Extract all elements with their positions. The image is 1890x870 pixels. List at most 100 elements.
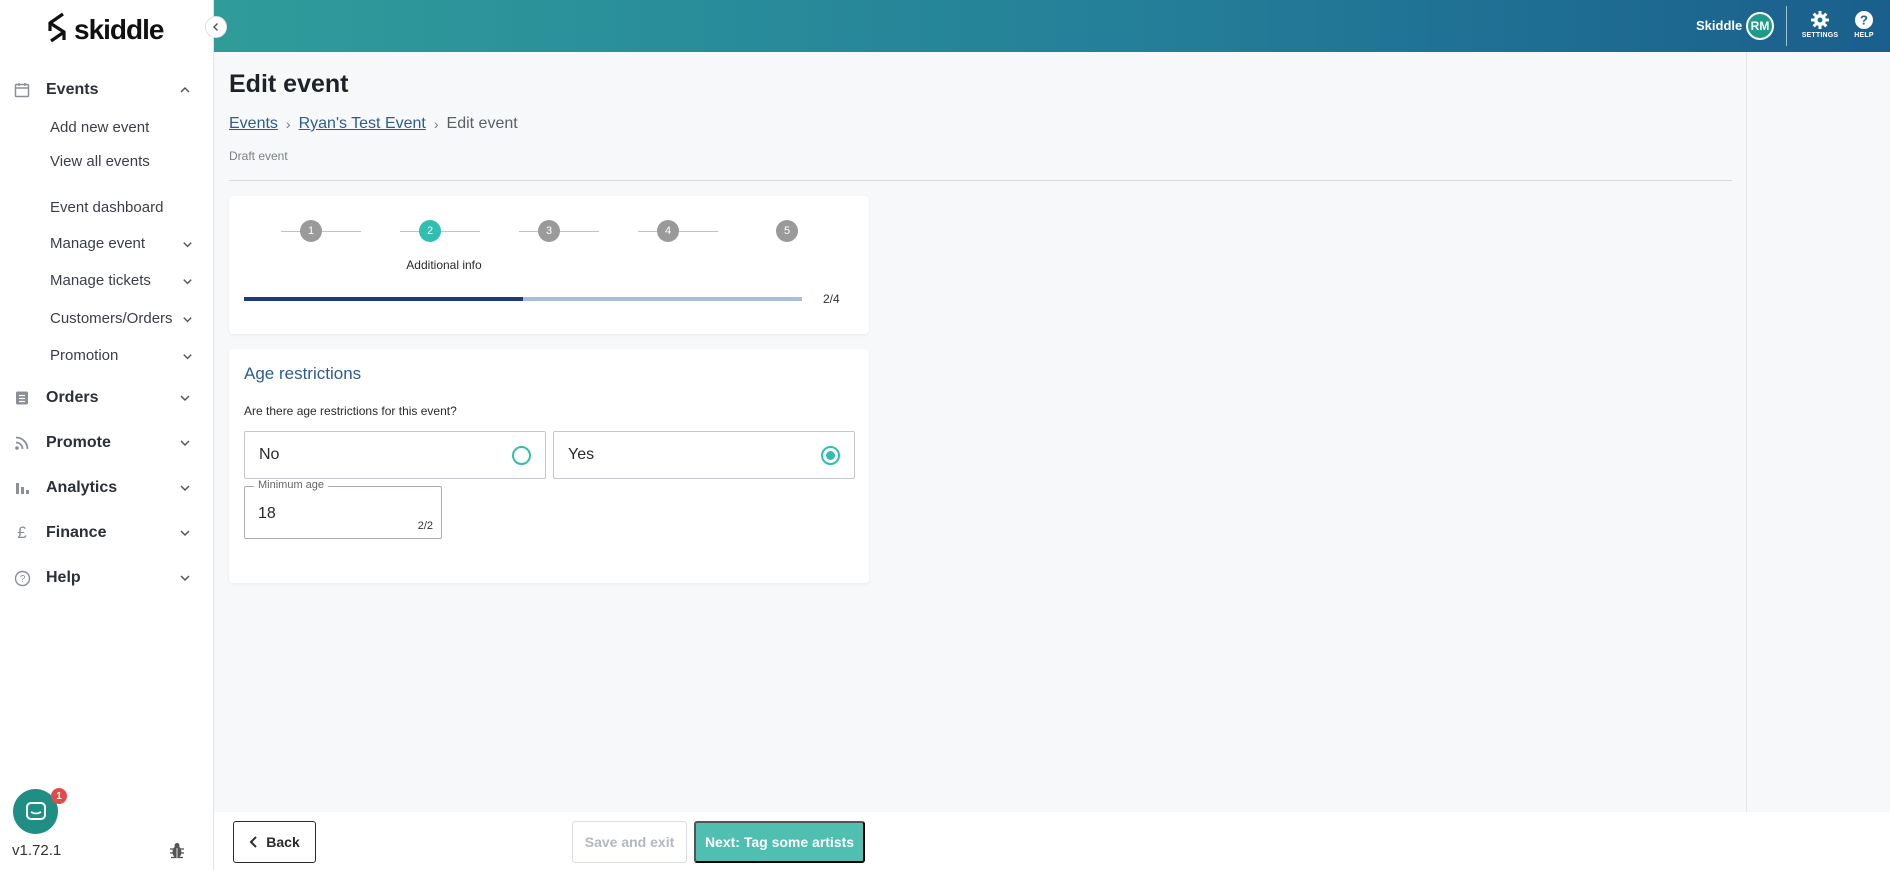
header-user-name[interactable]: Skiddle xyxy=(1696,18,1742,33)
help-label: HELP xyxy=(1854,32,1874,39)
breadcrumb-separator: › xyxy=(433,116,439,132)
rss-icon xyxy=(13,434,31,452)
chevron-down-icon xyxy=(180,575,190,582)
breadcrumb-current: Edit event xyxy=(446,115,518,132)
header-divider xyxy=(1786,6,1787,46)
svg-text:?: ? xyxy=(1860,13,1868,28)
progress-bar xyxy=(244,297,802,301)
sidebar-subitem-customers-orders[interactable]: Customers/Orders xyxy=(50,310,200,327)
sidebar-subitem-view-all-events[interactable]: View all events xyxy=(50,153,150,170)
help-icon: ? xyxy=(1855,11,1873,29)
sidebar-item-label: Analytics xyxy=(46,479,118,496)
logo-text: skiddle xyxy=(74,14,164,45)
radio-option-no[interactable]: No xyxy=(244,431,546,479)
help-circle-icon: ? xyxy=(13,569,31,587)
age-restrictions-card: Age restrictions Are there age restricti… xyxy=(229,349,869,583)
gear-icon xyxy=(1811,11,1829,29)
chevron-down-icon xyxy=(180,530,190,537)
stepper-card: 1 2 3 4 5 Additional info 2/4 xyxy=(229,196,869,334)
minimum-age-label: Minimum age xyxy=(254,479,329,491)
sidebar-subitem-label: Manage event xyxy=(50,235,146,252)
breadcrumb: Events › Ryan's Test Event › Edit event xyxy=(229,115,518,133)
sidebar-subitem-label: Manage tickets xyxy=(50,272,151,289)
sidebar-subitem-promotion[interactable]: Promotion xyxy=(50,347,200,364)
radio-unchecked-icon xyxy=(512,446,531,465)
radio-option-label: No xyxy=(259,446,280,463)
chat-icon xyxy=(25,801,46,820)
sidebar-item-finance[interactable]: £ Finance xyxy=(0,518,214,548)
collapse-sidebar-button[interactable] xyxy=(205,16,227,38)
sidebar-subitem-event-dashboard[interactable]: Event dashboard xyxy=(50,199,163,216)
sidebar-item-label: Orders xyxy=(46,389,99,406)
bug-report-icon[interactable] xyxy=(169,842,185,860)
minimum-age-field[interactable]: Minimum age 18 2/2 xyxy=(244,479,442,539)
step-4[interactable]: 4 xyxy=(657,220,679,242)
minimum-age-value[interactable]: 18 xyxy=(258,505,276,523)
sidebar-item-analytics[interactable]: Analytics xyxy=(0,473,214,503)
chevron-down-icon xyxy=(180,440,190,447)
sidebar-item-label: Help xyxy=(46,569,81,586)
skiddle-logo[interactable]: skiddle xyxy=(44,10,164,50)
sidebar-item-help[interactable]: ? Help xyxy=(0,563,214,593)
chevron-down-icon xyxy=(183,242,192,248)
save-and-exit-button[interactable]: Save and exit xyxy=(572,821,687,863)
top-header xyxy=(214,0,1890,52)
chat-unread-badge: 1 xyxy=(51,788,67,804)
sidebar-item-orders[interactable]: Orders xyxy=(0,383,214,413)
progress-text: 2/4 xyxy=(823,292,840,306)
skiddle-logo-icon xyxy=(48,12,66,43)
sidebar-item-events[interactable]: Events xyxy=(0,75,214,105)
bar-chart-icon xyxy=(13,479,31,497)
chevron-left-icon xyxy=(213,23,218,31)
chevron-down-icon xyxy=(183,354,192,360)
sidebar-item-label: Events xyxy=(46,81,99,98)
calendar-icon xyxy=(13,81,31,99)
divider xyxy=(229,180,1732,181)
page-title: Edit event xyxy=(229,70,349,98)
sidebar-item-label: Promote xyxy=(46,434,111,451)
progress-bar-fill xyxy=(244,297,523,301)
step-1[interactable]: 1 xyxy=(300,220,322,242)
step-3[interactable]: 3 xyxy=(538,220,560,242)
settings-button[interactable]: SETTINGS xyxy=(1798,10,1842,46)
sidebar-item-promote[interactable]: Promote xyxy=(0,428,214,458)
sidebar-item-label: Finance xyxy=(46,524,107,541)
chevron-up-icon xyxy=(180,86,190,93)
chevron-down-icon xyxy=(183,279,192,285)
active-step-label: Additional info xyxy=(406,258,482,272)
sidebar-subitem-label: Promotion xyxy=(50,347,119,364)
section-title: Age restrictions xyxy=(244,364,362,383)
sidebar-subitem-label: Customers/Orders xyxy=(50,310,173,327)
chevron-down-icon xyxy=(180,485,190,492)
radio-option-yes[interactable]: Yes xyxy=(553,431,855,479)
chevron-down-icon xyxy=(180,395,190,402)
back-button-label: Back xyxy=(266,834,300,850)
footer-bar xyxy=(214,812,1890,870)
radio-dot xyxy=(826,451,835,460)
settings-label: SETTINGS xyxy=(1801,32,1839,39)
pound-icon: £ xyxy=(17,523,27,542)
chevron-down-icon xyxy=(183,317,192,323)
sidebar-subitem-manage-event[interactable]: Manage event xyxy=(50,235,200,252)
sidebar-subitem-add-new-event[interactable]: Add new event xyxy=(50,119,149,136)
avatar[interactable]: RM xyxy=(1746,12,1774,40)
breadcrumb-separator: › xyxy=(285,116,291,132)
app-version: v1.72.1 xyxy=(12,842,62,859)
breadcrumb-link-events[interactable]: Events xyxy=(229,115,278,133)
next-button[interactable]: Next: Tag some artists xyxy=(694,821,865,863)
list-icon xyxy=(13,389,31,407)
character-counter: 2/2 xyxy=(417,520,433,532)
radio-checked-icon xyxy=(821,446,840,465)
radio-option-label: Yes xyxy=(568,446,595,463)
step-2[interactable]: 2 xyxy=(419,220,441,242)
help-button[interactable]: ? HELP xyxy=(1842,10,1886,46)
right-gutter xyxy=(1748,52,1890,812)
status-badge: Draft event xyxy=(229,149,288,163)
step-5[interactable]: 5 xyxy=(776,220,798,242)
age-restriction-question: Are there age restrictions for this even… xyxy=(244,404,457,418)
sidebar-subitem-manage-tickets[interactable]: Manage tickets xyxy=(50,272,200,289)
chevron-left-icon xyxy=(249,836,257,848)
breadcrumb-link-event[interactable]: Ryan's Test Event xyxy=(299,115,426,133)
back-button[interactable]: Back xyxy=(233,821,316,863)
svg-text:?: ? xyxy=(19,574,25,585)
